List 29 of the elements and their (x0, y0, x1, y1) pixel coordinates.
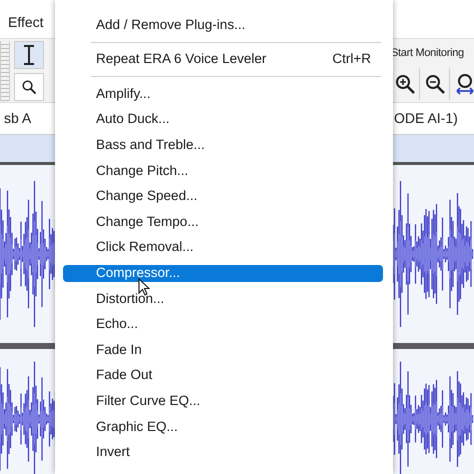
menu-item[interactable]: Graphic EQ... (55, 414, 393, 440)
zoom-out-icon (424, 72, 446, 95)
menu-item[interactable]: Change Pitch... (55, 158, 393, 184)
menu-item[interactable]: Repeat ERA 6 Voice Leveler Ctrl+R (55, 46, 393, 72)
menu-item[interactable]: Change Speed... (55, 184, 393, 210)
zoom-fit-icon (454, 72, 474, 95)
menu-item[interactable]: Click Removal... (55, 234, 393, 260)
menu-item-label: Repeat ERA 6 Voice Leveler (96, 50, 266, 68)
selection-tool-button[interactable] (14, 41, 44, 69)
menu-item[interactable]: Compressor... (63, 264, 383, 282)
menu-item[interactable]: Fade Out (55, 362, 393, 388)
track-label: sb A (3, 109, 32, 128)
toolbar-grip[interactable] (0, 41, 10, 101)
menu-item[interactable]: Distortion... (55, 286, 393, 312)
menu-item[interactable]: Change Tempo... (55, 209, 393, 235)
menu-item[interactable]: Auto Duck... (55, 106, 393, 132)
menu-item[interactable]: Filter Curve EQ... (55, 388, 393, 414)
menu-item[interactable]: Invert (55, 440, 393, 466)
menu-item[interactable]: Echo... (55, 312, 393, 338)
menu-item[interactable]: Fade In (55, 337, 393, 363)
shortcut-label: Ctrl+R (332, 50, 371, 68)
zoom-in-icon (394, 72, 416, 95)
menu-title[interactable]: Effect (8, 14, 44, 30)
menu-item[interactable]: Amplify... (55, 81, 393, 107)
device-label: ODE AI-1) (394, 109, 459, 128)
text-cursor-icon (22, 45, 36, 65)
menu-item[interactable]: Bass and Treble... (55, 132, 393, 158)
zoom-tool-button[interactable] (14, 73, 44, 101)
menu-item[interactable]: Add / Remove Plug-ins... (55, 12, 393, 38)
